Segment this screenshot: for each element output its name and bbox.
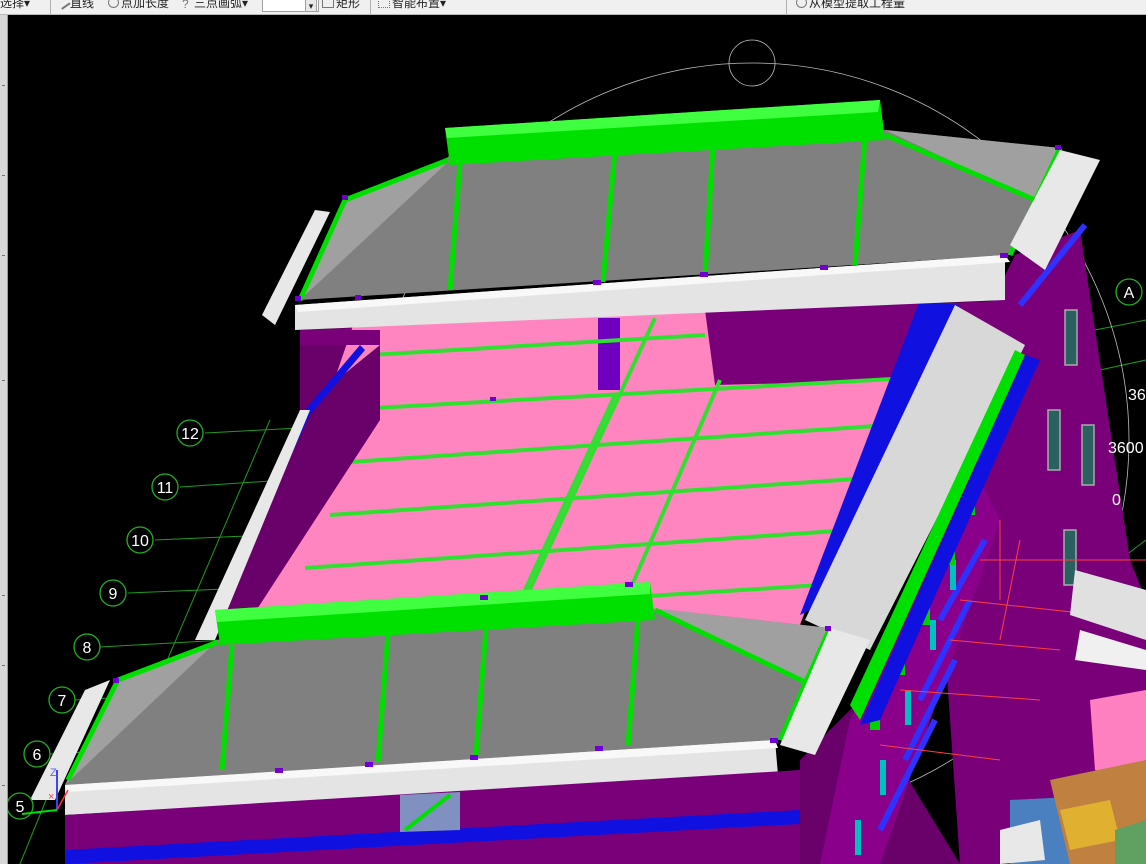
svg-text:11: 11 <box>157 480 174 497</box>
3d-viewport[interactable]: 12 11 10 9 8 7 6 5 A 36 3600 0 Z × <box>8 15 1146 864</box>
select-label: 选择 <box>0 0 25 10</box>
rectangle-icon <box>322 0 334 8</box>
toolbar-divider <box>786 0 787 14</box>
svg-text:A: A <box>1124 285 1135 302</box>
building-model[interactable]: 12 11 10 9 8 7 6 5 A 36 3600 0 Z × <box>8 15 1146 864</box>
dimension-text: 0 <box>1112 492 1121 509</box>
chevron-down-icon: ▾ <box>24 0 31 10</box>
point-length-label: 点加长度 <box>121 0 170 10</box>
column <box>598 318 620 390</box>
front-roof <box>30 582 870 864</box>
line-label: 直线 <box>70 0 95 10</box>
axis-label-11: 11 <box>151 473 179 501</box>
toolbar-divider <box>370 0 371 14</box>
left-panel-edge[interactable] <box>0 15 8 864</box>
point-plus-icon <box>108 0 119 8</box>
axis-label-a: A <box>1115 278 1143 306</box>
dimension-text: 36 <box>1128 387 1146 404</box>
svg-text:10: 10 <box>131 533 149 550</box>
svg-text:7: 7 <box>58 693 67 710</box>
point-length-button[interactable]: 点加长度 <box>108 0 169 14</box>
svg-text:9: 9 <box>109 586 118 603</box>
toolbar-divider <box>50 0 51 14</box>
smart-layout-dropdown[interactable]: 智能布置▾ <box>378 0 446 14</box>
line-button[interactable]: 直线 <box>55 0 95 14</box>
arc-param-dropdown-button[interactable]: ▾ <box>305 0 317 12</box>
axis-label-8: 8 <box>73 633 101 661</box>
svg-text:8: 8 <box>83 640 92 657</box>
axis-label-7: 7 <box>48 686 76 714</box>
axis-label-6: 6 <box>23 740 51 768</box>
chevron-down-icon: ▾ <box>308 1 314 11</box>
extract-quantity-label: 从模型提取工程量 <box>809 0 906 10</box>
rect-label: 矩形 <box>336 0 361 10</box>
smart-layout-label: 智能布置 <box>392 0 441 10</box>
magnifier-icon <box>796 0 807 8</box>
chevron-down-icon: ▾ <box>242 0 249 10</box>
arc-label: 三点画弧 <box>194 0 243 10</box>
drawing-toolbar: 选择▾ 直线 点加长度 ? 三点画弧▾ ▾ 矩形 智能布置▾ 从模型提取工程量 <box>0 0 1146 15</box>
axis-label-12: 12 <box>176 419 204 447</box>
arc-dropdown[interactable]: ? 三点画弧▾ <box>182 0 248 14</box>
axis-label-5: 5 <box>8 792 34 820</box>
axis-label-10: 10 <box>126 526 154 554</box>
line-icon <box>55 0 71 10</box>
extract-quantity-button[interactable]: 从模型提取工程量 <box>796 0 905 14</box>
smart-layout-icon <box>378 0 390 8</box>
dimension-text: 3600 <box>1108 440 1144 457</box>
select-dropdown[interactable]: 选择▾ <box>0 0 30 14</box>
svg-text:12: 12 <box>181 426 199 443</box>
chevron-down-icon: ▾ <box>440 0 447 10</box>
svg-text:6: 6 <box>33 747 42 764</box>
triad-z-label: Z <box>50 767 57 779</box>
arc-icon: ? <box>182 0 189 11</box>
svg-text:×: × <box>48 791 54 803</box>
axis-label-9: 9 <box>99 579 127 607</box>
rect-button[interactable]: 矩形 <box>322 0 360 14</box>
